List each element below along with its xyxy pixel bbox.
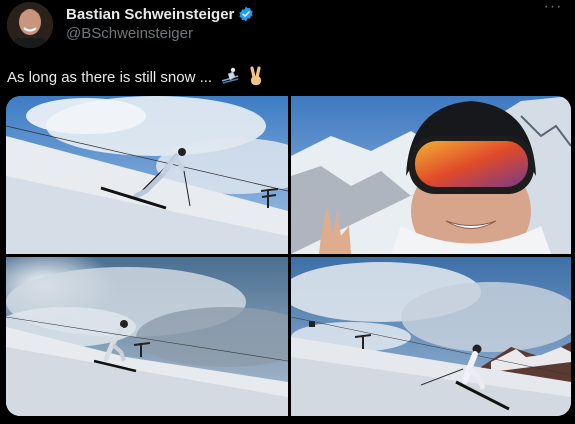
tweet-body: As long as there is still snow ... [7, 68, 213, 86]
tweet-text: As long as there is still snow ... [7, 66, 264, 90]
skier-emoji-icon [220, 67, 240, 89]
verified-badge-icon [238, 6, 254, 22]
photo-selfie-ski-goggles[interactable] [291, 96, 571, 254]
photo-skier-under-cloudy-sky[interactable] [6, 257, 288, 416]
user-handle[interactable]: @BSchweinsteiger [66, 25, 193, 42]
display-name[interactable]: Bastian Schweinsteiger [66, 6, 234, 23]
tweet-header: Bastian Schweinsteiger @BSchweinsteiger … [0, 0, 575, 55]
avatar[interactable] [7, 2, 53, 48]
photo-skier-carving-slope[interactable] [6, 96, 288, 254]
more-options-icon[interactable]: ··· [543, 0, 563, 20]
name-row: Bastian Schweinsteiger [66, 5, 254, 23]
victory-hand-emoji-icon [248, 66, 264, 90]
photo-skier-near-chairlift[interactable] [291, 257, 571, 416]
media-grid [6, 96, 571, 416]
